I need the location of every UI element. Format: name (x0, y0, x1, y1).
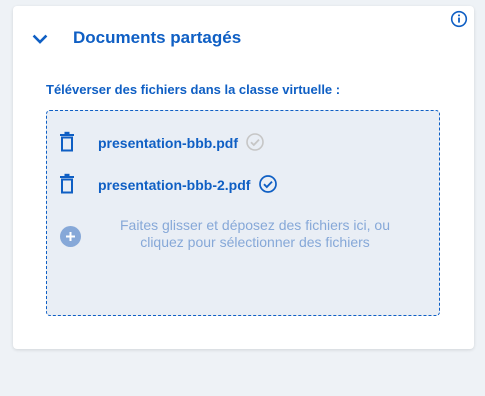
chevron-down-icon[interactable] (31, 30, 49, 48)
card-title: Documents partagés (73, 28, 242, 47)
file-list-item: presentation-bbb-2.pdf (47, 173, 439, 197)
card-header[interactable]: Documents partagés (13, 6, 474, 66)
shared-documents-card: Documents partagés Téléverser des fichie… (13, 6, 474, 349)
drop-hint[interactable]: Faites glisser et déposez des fichiers i… (47, 217, 439, 257)
check-circle-icon (246, 133, 264, 151)
file-name: presentation-bbb-2.pdf (98, 177, 251, 193)
trash-icon[interactable] (57, 131, 77, 153)
drop-hint-text: Faites glisser et déposez des fichiers i… (95, 217, 415, 251)
file-list-item: presentation-bbb.pdf (47, 131, 439, 155)
drop-hint-line: Faites glisser et déposez des fichiers i… (119, 217, 390, 233)
file-dropzone[interactable]: presentation-bbb.pdf presentation-bbb-2.… (46, 110, 440, 316)
trash-icon[interactable] (57, 173, 77, 195)
file-name: presentation-bbb.pdf (98, 135, 238, 151)
drop-hint-line: cliquez pour sélectionner des fichiers (140, 234, 370, 250)
check-circle-icon (259, 175, 277, 193)
plus-circle-icon[interactable] (60, 226, 81, 247)
upload-label: Téléverser des fichiers dans la classe v… (46, 82, 341, 97)
